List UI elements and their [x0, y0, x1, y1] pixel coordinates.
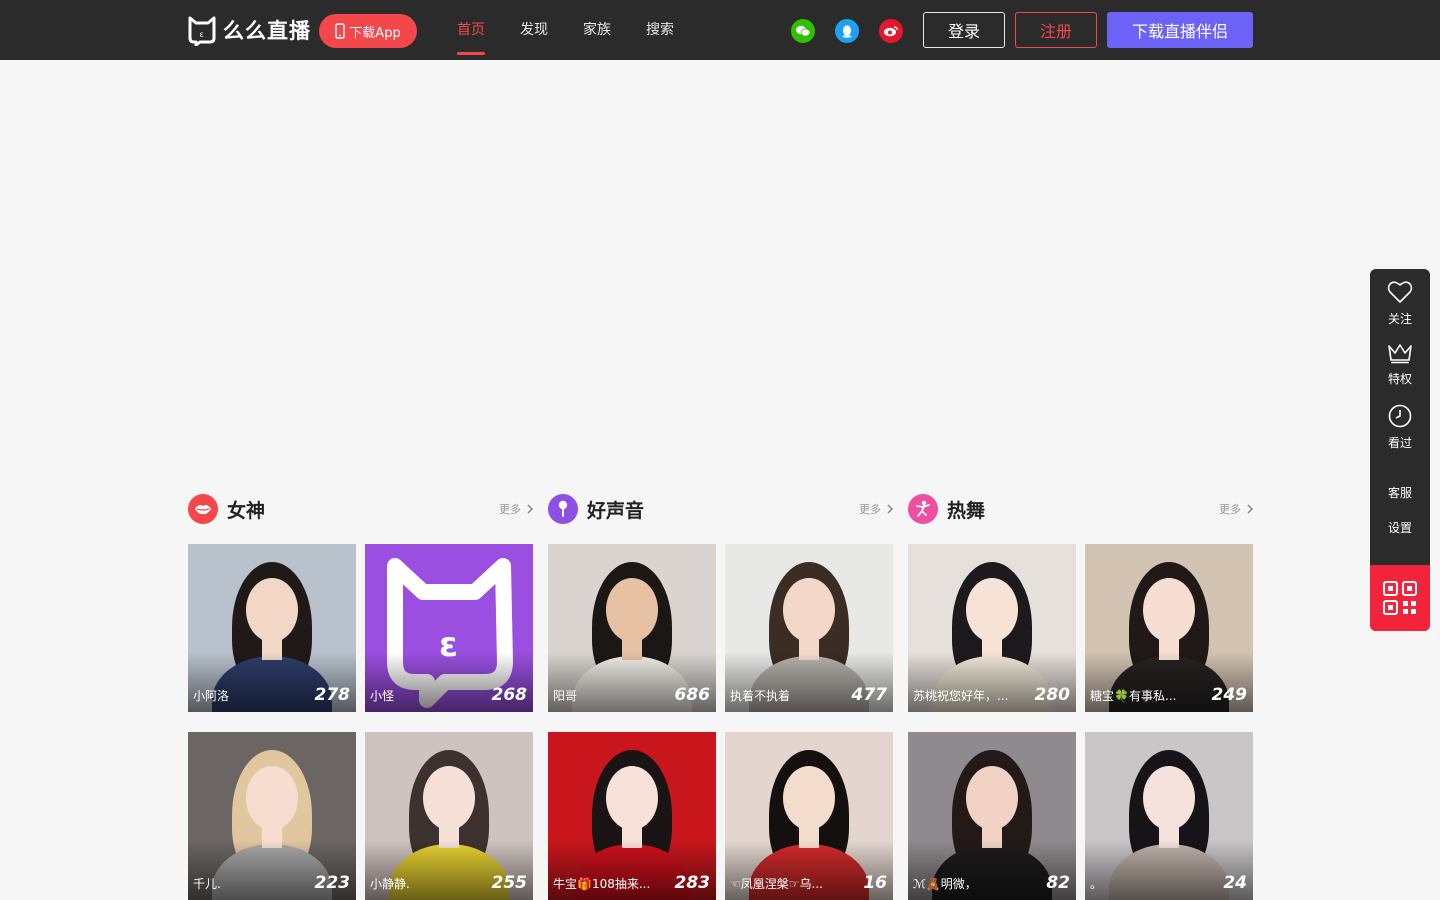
qq-icon[interactable] — [835, 19, 859, 43]
qrcode-icon — [1383, 581, 1417, 615]
section-title: 女神 — [227, 499, 266, 522]
weibo-icon[interactable] — [879, 19, 903, 43]
heart-icon — [1387, 281, 1413, 303]
top-header: ε 么么直播 下载App 首页 发现 家族 搜索 登录 注册 下载直播伴侣 — [0, 0, 1440, 60]
svg-text:ε: ε — [200, 30, 204, 39]
stream-card[interactable]: ☜凤凰涅槃☞乌... 16 — [725, 732, 893, 900]
section-header: 好声音 更多 — [548, 493, 893, 525]
viewer-count: 24 — [1223, 873, 1247, 893]
crown-icon — [1388, 344, 1412, 364]
viewer-count: 16 — [863, 873, 887, 893]
more-link[interactable]: 更多 — [499, 501, 533, 517]
main-nav: 首页 发现 家族 搜索 — [457, 0, 709, 60]
wechat-icon[interactable] — [791, 19, 815, 43]
streamer-name: 。 — [1090, 877, 1103, 891]
clock-icon — [1388, 404, 1412, 428]
streamer-name: 阳哥 — [553, 689, 578, 703]
nav-family[interactable]: 家族 — [583, 0, 611, 60]
microphone-icon — [548, 494, 578, 524]
stream-card[interactable]: 千儿. 223 — [188, 732, 356, 900]
stream-card[interactable]: 苏桃祝您好年，... 280 — [908, 544, 1076, 712]
sidebar-label: 客服 — [1387, 486, 1412, 500]
viewer-count: 223 — [314, 873, 351, 893]
more-link[interactable]: 更多 — [1219, 501, 1253, 517]
register-button[interactable]: 注册 — [1015, 12, 1097, 48]
download-app-label: 下载App — [349, 25, 401, 41]
stream-card[interactable]: 糖宝🍀有事私... 249 — [1085, 544, 1253, 712]
sidebar-item-privilege[interactable]: 特权 — [1370, 342, 1430, 387]
stream-card[interactable]: ℳ🧸明微， 82 — [908, 732, 1076, 900]
more-label: 更多 — [859, 503, 881, 516]
section-good-voice: 好声音 更多 阳哥 686 执着不执着 477 牛宝🎁108抽来... 283 ☜凤凰涅槃☞… — [548, 493, 893, 900]
streamer-name: 执着不执着 — [730, 689, 791, 703]
stream-card[interactable]: 牛宝🎁108抽来... 283 — [548, 732, 716, 900]
section-goddess: 女神 更多 小阿洛 278 ε 小怪 268 千儿. 223 小静静. 255 — [188, 493, 533, 900]
viewer-count: 477 — [851, 685, 888, 705]
right-sidebar: 关注 特权 看过 客服 设置 — [1370, 269, 1430, 631]
qrcode-button[interactable] — [1370, 565, 1430, 631]
stream-card[interactable]: ε 小怪 268 — [365, 544, 533, 712]
download-app-button[interactable]: 下载App — [319, 14, 417, 48]
download-companion-button[interactable]: 下载直播伴侣 — [1107, 12, 1253, 48]
login-button[interactable]: 登录 — [923, 12, 1005, 48]
viewer-count: 82 — [1046, 873, 1070, 893]
sidebar-label: 设置 — [1387, 521, 1412, 535]
viewer-count: 283 — [674, 873, 711, 893]
section-title: 热舞 — [947, 499, 986, 522]
viewer-count: 249 — [1211, 685, 1248, 705]
streamer-name: 糖宝🍀有事私... — [1090, 689, 1177, 703]
stream-card[interactable]: 阳哥 686 — [548, 544, 716, 712]
streamer-name: ℳ🧸明微， — [913, 877, 977, 891]
streamer-name: 苏桃祝您好年，... — [913, 689, 1009, 703]
sidebar-label: 特权 — [1387, 372, 1412, 386]
logo-text: 么么直播 — [223, 19, 311, 43]
chevron-right-icon — [1247, 504, 1253, 514]
sidebar-item-service[interactable]: 客服 — [1370, 484, 1430, 501]
stream-card[interactable]: 小阿洛 278 — [188, 544, 356, 712]
viewer-count: 268 — [491, 685, 528, 705]
sidebar-item-follow[interactable]: 关注 — [1370, 280, 1430, 327]
more-label: 更多 — [499, 503, 521, 516]
stream-card[interactable]: 。 24 — [1085, 732, 1253, 900]
section-hot-dance: 热舞 更多 苏桃祝您好年，... 280 糖宝🍀有事私... 249 ℳ🧸明微， 82 。 2… — [908, 493, 1253, 900]
more-link[interactable]: 更多 — [859, 501, 893, 517]
stream-card[interactable]: 小静静. 255 — [365, 732, 533, 900]
stream-card[interactable]: 执着不执着 477 — [725, 544, 893, 712]
dancer-icon — [908, 494, 938, 524]
nav-search[interactable]: 搜索 — [646, 0, 674, 60]
section-title: 好声音 — [587, 499, 645, 522]
sidebar-item-settings[interactable]: 设置 — [1370, 519, 1430, 536]
chevron-right-icon — [527, 504, 533, 514]
sidebar-label: 看过 — [1387, 436, 1412, 450]
phone-icon — [335, 23, 345, 39]
chevron-right-icon — [887, 504, 893, 514]
section-header: 女神 更多 — [188, 493, 533, 525]
cat-logo-icon: ε — [188, 16, 216, 46]
lips-icon — [188, 494, 218, 524]
sidebar-item-history[interactable]: 看过 — [1370, 404, 1430, 451]
viewer-count: 686 — [674, 685, 711, 705]
viewer-count: 280 — [1034, 685, 1071, 705]
streamer-name: 小阿洛 — [193, 689, 230, 703]
streamer-name: 牛宝🎁108抽来... — [553, 877, 651, 891]
site-logo[interactable]: ε 么么直播 — [187, 13, 311, 47]
viewer-count: 278 — [314, 685, 351, 705]
section-header: 热舞 更多 — [908, 493, 1253, 525]
sidebar-label: 关注 — [1387, 312, 1412, 326]
nav-home[interactable]: 首页 — [457, 0, 485, 60]
streamer-name: 小静静. — [370, 877, 410, 891]
viewer-count: 255 — [491, 873, 528, 893]
streamer-name: ☜凤凰涅槃☞乌... — [730, 877, 823, 891]
streamer-name: 小怪 — [370, 689, 395, 703]
streamer-name: 千儿. — [193, 877, 221, 891]
more-label: 更多 — [1219, 503, 1241, 516]
nav-discover[interactable]: 发现 — [520, 0, 548, 60]
